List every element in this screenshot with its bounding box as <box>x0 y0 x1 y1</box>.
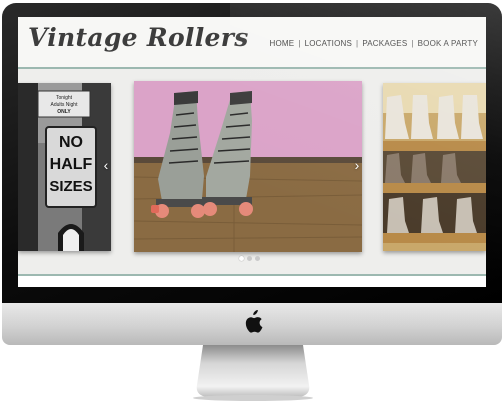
carousel-dot[interactable] <box>255 256 260 261</box>
site-header: Vintage Rollers HOME | LOCATIONS | PACKA… <box>18 17 486 69</box>
sign-top-text: Tonight <box>56 95 73 101</box>
carousel-pagination <box>239 256 260 261</box>
nav-separator: | <box>411 39 414 48</box>
sign-main-text: NO <box>59 134 83 151</box>
sign-main-text: HALF <box>50 156 93 173</box>
slide-current-image[interactable] <box>134 81 362 252</box>
nav-separator: | <box>298 39 301 48</box>
nav-locations[interactable]: LOCATIONS <box>305 39 352 48</box>
nav-packages[interactable]: PACKAGES <box>362 39 407 48</box>
apple-icon <box>243 310 263 334</box>
nav-book-a-party[interactable]: BOOK A PARTY <box>418 39 478 48</box>
monitor-stand <box>189 345 317 401</box>
main-nav: HOME | LOCATIONS | PACKAGES | BOOK A PAR… <box>270 39 478 48</box>
nav-home[interactable]: HOME <box>270 39 295 48</box>
screen: Vintage Rollers HOME | LOCATIONS | PACKA… <box>18 17 486 287</box>
footer-area <box>18 276 486 287</box>
carousel-prev-arrow[interactable]: ‹ <box>100 155 112 175</box>
sign-top-text: Adults Night <box>51 102 79 108</box>
slide-previous-image[interactable]: Tonight Adults Night ONLY NO HALF SIZES <box>18 83 111 251</box>
image-carousel[interactable]: Tonight Adults Night ONLY NO HALF SIZES <box>18 69 486 274</box>
sign-top-text: ONLY <box>57 109 71 115</box>
nav-separator: | <box>356 39 359 48</box>
carousel-next-arrow[interactable]: › <box>351 155 363 175</box>
carousel-dot[interactable] <box>247 256 252 261</box>
sign-main-text: SIZES <box>49 178 92 195</box>
carousel-dot[interactable] <box>239 256 244 261</box>
site-logo[interactable]: Vintage Rollers <box>28 23 249 52</box>
slide-next-image[interactable] <box>383 83 486 251</box>
